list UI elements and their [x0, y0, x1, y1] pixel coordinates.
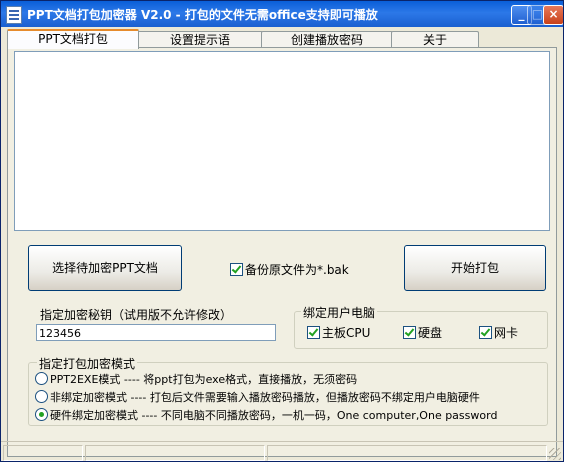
- document-icon: [6, 6, 22, 24]
- tab-about[interactable]: 关于: [391, 31, 479, 48]
- select-ppt-button[interactable]: 选择待加密PPT文档: [28, 245, 182, 291]
- tab-create-password[interactable]: 创建播放密码: [261, 31, 393, 48]
- mode-option-unbound[interactable]: 非绑定加密模式 ---- 打包后文件需要输入播放密码播放，但播放密码不绑定用户电…: [35, 389, 480, 405]
- close-button[interactable]: ×: [543, 5, 563, 25]
- ppt2exe-radio[interactable]: [35, 372, 48, 385]
- status-cell-2: [85, 445, 265, 461]
- mode-option-ppt2exe[interactable]: PPT2EXE模式 ---- 将ppt打包为exe格式，直接播放，无须密码: [35, 371, 357, 387]
- tab-panel: 选择待加密PPT文档 备份原文件为*.bak 开始打包 指定加密秘钥（试用版不允…: [7, 47, 557, 457]
- nic-checkbox[interactable]: [479, 326, 492, 339]
- app-window: PPT文档打包加密器 V2.0 - 打包的文件无需office支持即可播放 _ …: [0, 0, 564, 462]
- ppt2exe-label: PPT2EXE模式 ---- 将ppt打包为exe格式，直接播放，无须密码: [50, 373, 358, 386]
- mode-option-hardware[interactable]: 硬件绑定加密模式 ---- 不同电脑不同播放密码，一机一码，One comput…: [35, 407, 497, 423]
- tab-strip: PPT文档打包 设置提示语 创建播放密码 关于: [7, 29, 557, 49]
- mode-group: 指定打包加密模式 PPT2EXE模式 ---- 将ppt打包为exe格式，直接播…: [28, 355, 548, 426]
- disk-label: 硬盘: [418, 326, 443, 340]
- status-cell-3: [267, 445, 547, 461]
- cpu-label: 主板CPU: [322, 326, 371, 340]
- status-bar: [1, 441, 563, 461]
- bind-disk-row[interactable]: 硬盘: [403, 324, 442, 341]
- status-cell-1: [3, 445, 83, 461]
- key-input[interactable]: 123456: [36, 324, 276, 341]
- start-pack-button[interactable]: 开始打包: [404, 245, 546, 291]
- tab-prompt-settings[interactable]: 设置提示语: [137, 31, 263, 48]
- tab-ppt-pack[interactable]: PPT文档打包: [7, 29, 139, 49]
- bind-pc-group: 绑定用户电脑 主板CPU 硬盘 网卡: [294, 304, 548, 349]
- key-label: 指定加密秘钥（试用版不允许修改）: [40, 308, 233, 322]
- hardware-radio[interactable]: [35, 408, 48, 421]
- resize-grip[interactable]: [549, 448, 561, 460]
- bind-nic-row[interactable]: 网卡: [479, 324, 518, 341]
- nic-label: 网卡: [494, 326, 519, 340]
- file-list-area[interactable]: [14, 51, 550, 231]
- window-title: PPT文档打包加密器 V2.0 - 打包的文件无需office支持即可播放: [27, 8, 378, 22]
- unbound-label: 非绑定加密模式 ---- 打包后文件需要输入播放密码播放，但播放密码不绑定用户电…: [50, 391, 480, 404]
- cpu-checkbox[interactable]: [307, 326, 320, 339]
- bind-pc-title: 绑定用户电脑: [301, 304, 378, 321]
- bind-cpu-row[interactable]: 主板CPU: [307, 324, 370, 341]
- title-bar[interactable]: PPT文档打包加密器 V2.0 - 打包的文件无需office支持即可播放 _ …: [1, 1, 563, 27]
- hardware-label: 硬件绑定加密模式 ---- 不同电脑不同播放密码，一机一码，One comput…: [50, 409, 498, 422]
- mode-title: 指定打包加密模式: [37, 355, 138, 372]
- backup-label: 备份原文件为*.bak: [245, 263, 349, 277]
- backup-checkbox-row[interactable]: 备份原文件为*.bak: [230, 261, 349, 278]
- backup-checkbox[interactable]: [230, 263, 243, 276]
- disk-checkbox[interactable]: [403, 326, 416, 339]
- unbound-radio[interactable]: [35, 390, 48, 403]
